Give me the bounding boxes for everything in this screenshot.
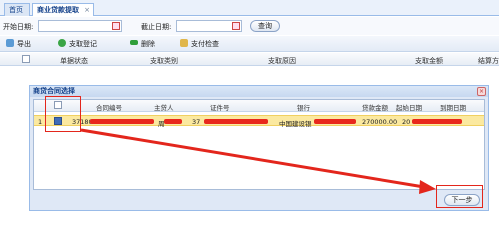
row-index: 1 [38, 118, 43, 126]
col-reason: 支取原因 [268, 57, 296, 65]
col-amount: 支取金额 [415, 57, 443, 65]
verify-button[interactable]: 支付检查 [180, 39, 219, 49]
delete-button[interactable]: 删除 [130, 39, 155, 49]
export-label: 导出 [17, 40, 31, 48]
col-contract-no: 合同编号 [96, 104, 122, 112]
close-icon[interactable]: × [84, 4, 90, 16]
highlight-box [436, 185, 483, 208]
grid-header: 单据状态 支取类别 支取原因 支取金额 结算方 [0, 53, 499, 66]
col-type: 支取类别 [150, 57, 178, 65]
table-row[interactable]: 1 37180 周 37 中国建设银 270000.00 20 [34, 115, 484, 128]
id-no-cell: 37 [192, 118, 201, 126]
start-date-input[interactable] [38, 20, 122, 32]
query-button[interactable]: 查询 [250, 20, 280, 32]
redaction-mark [90, 119, 154, 124]
tab-label: 商业贷款提取 [37, 6, 79, 14]
end-date-input[interactable] [176, 20, 242, 32]
redaction-mark [412, 119, 462, 124]
col-end-date: 到期日期 [440, 104, 466, 112]
verify-label: 支付检查 [191, 40, 219, 48]
dialog-footer: 下一步 [33, 192, 485, 209]
col-id-no: 证件号 [210, 104, 230, 112]
toolbar: 导出 支取登记 删除 支付检查 [0, 36, 499, 52]
delete-icon [130, 40, 138, 45]
add-icon [58, 39, 66, 47]
col-bank: 银行 [297, 104, 310, 112]
register-label: 支取登记 [69, 40, 97, 48]
col-loan-amount: 贷款金额 [362, 104, 388, 112]
dialog-grid-header: 合同编号 主贷人 证件号 银行 贷款金额 起始日期 到期日期 [34, 100, 484, 112]
bank-cell: 中国建设银 [279, 120, 312, 128]
redaction-mark [204, 119, 268, 124]
export-button[interactable]: 导出 [6, 39, 31, 49]
start-date-label: 开始日期: [3, 23, 34, 31]
tab-home[interactable]: 首页 [4, 3, 30, 16]
search-bar: 开始日期: 截止日期: 查询 [0, 17, 499, 35]
key-icon [180, 39, 188, 47]
contract-select-dialog: 商贷合同选择 × 合同编号 主贷人 证件号 银行 贷款金额 起始日期 到期日期 … [29, 85, 489, 211]
register-button[interactable]: 支取登记 [58, 39, 97, 49]
calendar-icon[interactable] [112, 22, 120, 30]
tab-commercial-loan-withdrawal[interactable]: 商业贷款提取 × [32, 3, 94, 16]
col-borrower: 主贷人 [154, 104, 174, 112]
dialog-title: 商贷合同选择 [30, 86, 488, 97]
select-all-checkbox[interactable] [22, 55, 30, 63]
col-status: 单据状态 [60, 57, 88, 65]
dialog-grid: 合同编号 主贷人 证件号 银行 贷款金额 起始日期 到期日期 1 37180 周… [33, 99, 485, 190]
calendar-icon[interactable] [232, 22, 240, 30]
end-date-label: 截止日期: [141, 23, 172, 31]
tab-home-label: 首页 [9, 6, 23, 14]
start-date-cell: 20 [402, 118, 411, 126]
highlight-box [45, 96, 81, 132]
loan-amount-cell: 270000.00 [362, 118, 398, 126]
delete-label: 删除 [141, 40, 155, 48]
col-start-date: 起始日期 [396, 104, 422, 112]
col-settlement: 结算方 [478, 57, 499, 65]
tab-bar: 首页 商业贷款提取 × [0, 0, 499, 16]
close-icon[interactable]: × [477, 87, 486, 96]
redaction-mark [314, 119, 356, 124]
redaction-mark [164, 119, 182, 124]
export-icon [6, 39, 14, 47]
